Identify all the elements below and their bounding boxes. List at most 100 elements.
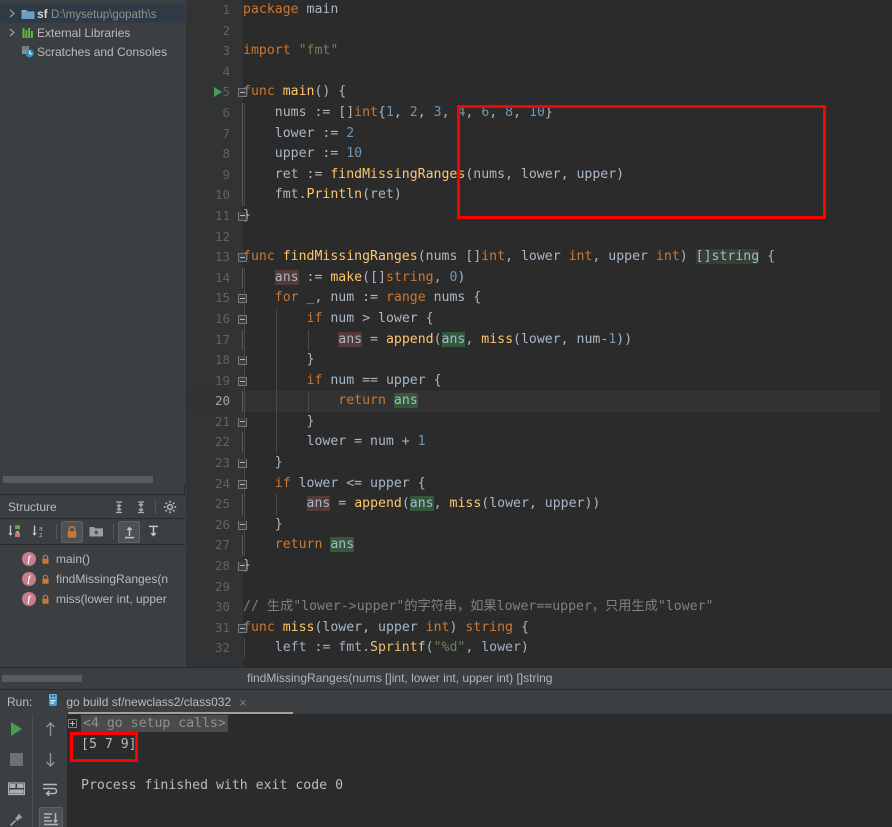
editor-line[interactable]: 11} [186,206,892,227]
editor-line[interactable]: 5 func main() { [186,82,892,103]
editor-line[interactable]: 12 [186,227,892,248]
fold-end-icon[interactable] [238,520,247,530]
soft-wrap-icon[interactable] [34,774,67,804]
editor-horizontal-scrollbar[interactable] [2,675,82,682]
chevron-right-icon[interactable] [6,9,19,18]
line-number: 10 [214,187,230,203]
fold-collapse-icon[interactable] [238,88,247,98]
fold-guide [242,123,243,145]
run-tab[interactable]: go build sf/newclass2/class032 × [42,690,250,714]
code-editor[interactable]: 1 package main 2 3 import "fmt" 4 5 func main()… [186,0,892,667]
tree-item-scratches-label: Scratches and Consoles [37,44,168,59]
editor-line[interactable]: 1 package main [186,0,892,21]
editor-line[interactable]: 3 import "fmt" [186,41,892,62]
editor-line[interactable]: 21 } [186,411,892,433]
run-tab-title: go build sf/newclass2/class032 [66,695,232,709]
down-arrow-icon[interactable] [34,744,67,774]
editor-line[interactable]: 22 lower = num + 1 [186,432,892,454]
pin-icon[interactable] [0,804,33,827]
scroll-to-end-icon[interactable] [34,804,67,827]
error-stripe[interactable] [880,0,892,667]
editor-line[interactable]: 26 } [186,514,892,536]
editor-line[interactable]: 4 [186,62,892,83]
tree-item-external-libraries[interactable]: External Libraries [0,23,185,42]
editor-line[interactable]: 29 [186,577,892,598]
editor-line[interactable]: 27 return ans [186,535,892,557]
editor-line[interactable]: 32 left := fmt.Sprintf("%d", lower) [186,638,892,659]
editor-line[interactable]: 8 upper := 10 [186,144,892,165]
tree-item-scratches[interactable]: Scratches and Consoles [0,42,185,61]
project-tree-panel[interactable]: sf D:\mysetup\gopath\s External Librarie… [0,0,185,484]
sort-alphabetically-icon[interactable]: a z [28,521,50,543]
close-icon[interactable]: × [237,695,247,710]
editor-line[interactable]: 14 ans := make([]string, 0) [186,267,892,289]
editor-line[interactable]: 13 func findMissingRanges(nums []int, low… [186,247,892,268]
indent-guide [275,308,277,330]
fold-collapse-icon[interactable] [238,623,247,633]
editor-line[interactable]: 24 if lower <= upper { [186,473,892,495]
fold-expand-icon[interactable] [68,719,77,728]
editor-line[interactable]: 25 ans = append(ans, miss(lower, upper)) [186,494,892,515]
show-inherited-icon[interactable] [118,520,140,543]
editor-line[interactable]: 10 fmt.Println(ret) [186,185,892,206]
fold-collapse-icon[interactable] [238,253,247,263]
group-icon[interactable] [85,521,107,543]
editor-lines[interactable]: 1 package main 2 3 import "fmt" 4 5 func main()… [186,0,892,659]
show-non-public-icon[interactable] [61,520,83,543]
editor-line[interactable]: 17 ans = append(ans, miss(lower, num-1)) [186,329,892,351]
structure-item-findmissingranges[interactable]: f findMissingRanges(n [0,569,185,589]
up-arrow-icon[interactable] [34,714,67,744]
stop-icon[interactable] [0,744,33,774]
editor-line[interactable]: 15 for _, num := range nums { [186,288,892,309]
breadcrumb[interactable]: findMissingRanges(nums []int, lower int,… [247,671,552,685]
editor-line[interactable]: 19 if num == upper { [186,370,892,392]
fold-end-icon[interactable] [238,459,247,469]
editor-line[interactable]: 2 [186,21,892,42]
chevron-right-icon[interactable] [6,28,19,37]
editor-line[interactable]: 30 // 生成"lower->upper"的字符串，如果lower==upper… [186,597,892,618]
console-folded-line[interactable]: <4 go setup calls> [67,714,892,735]
indent-guide [244,123,245,145]
editor-line[interactable]: 18 } [186,350,892,371]
divider [56,524,57,539]
show-anonymous-icon[interactable] [142,521,164,543]
fold-collapse-icon[interactable] [238,376,247,386]
editor-line[interactable]: 6 nums := []int{1, 2, 3, 4, 6, 8, 10} [186,102,892,124]
console-text: Process finished with exit code 0 [81,777,344,793]
run-body: <4 go setup calls> [5 7 9] Process finishe… [0,714,892,827]
tree-item-sf[interactable]: sf D:\mysetup\gopath\s [0,4,185,23]
fold-collapse-icon[interactable] [238,314,247,324]
collapse-all-icon[interactable] [130,496,152,518]
rerun-icon[interactable] [0,714,33,744]
editor-line[interactable]: 20 return ans [186,391,892,412]
sort-by-visibility-icon[interactable] [4,521,26,543]
fold-collapse-icon[interactable] [238,294,247,304]
editor-line[interactable]: 9 ret := findMissingRanges(nums, lower, … [186,164,892,186]
fold-guide [242,391,243,412]
fold-end-icon[interactable] [238,562,247,572]
line-number: 13 [214,249,230,265]
settings-gear-icon[interactable] [159,496,181,518]
editor-line[interactable]: 31 func miss(lower, upper int) string { [186,618,892,639]
line-code: if lower <= upper { [274,475,426,491]
fold-end-icon[interactable] [238,356,247,366]
expand-all-icon[interactable] [108,496,130,518]
editor-line[interactable]: 16 if num > lower { [186,308,892,330]
project-tree-horizontal-scrollbar[interactable] [0,474,185,484]
line-number: 11 [214,207,230,223]
console-folded-text: <4 go setup calls> [81,715,228,732]
fold-end-icon[interactable] [238,211,247,221]
editor-line[interactable]: 28} [186,556,892,577]
run-console-output[interactable]: <4 go setup calls> [5 7 9] Process finishe… [67,714,892,827]
editor-line[interactable]: 23 } [186,453,892,474]
layout-icon[interactable] [0,774,33,804]
editor-line[interactable]: 7 lower := 2 [186,123,892,145]
structure-item-main[interactable]: f main() [0,549,185,569]
fold-collapse-icon[interactable] [238,479,247,489]
fold-end-icon[interactable] [238,417,247,427]
line-number: 8 [222,146,230,162]
run-gutter-icon[interactable] [214,87,222,98]
structure-item-miss[interactable]: f miss(lower int, upper [0,589,185,609]
run-label: Run: [7,695,33,709]
scrollbar-thumb[interactable] [3,476,153,483]
